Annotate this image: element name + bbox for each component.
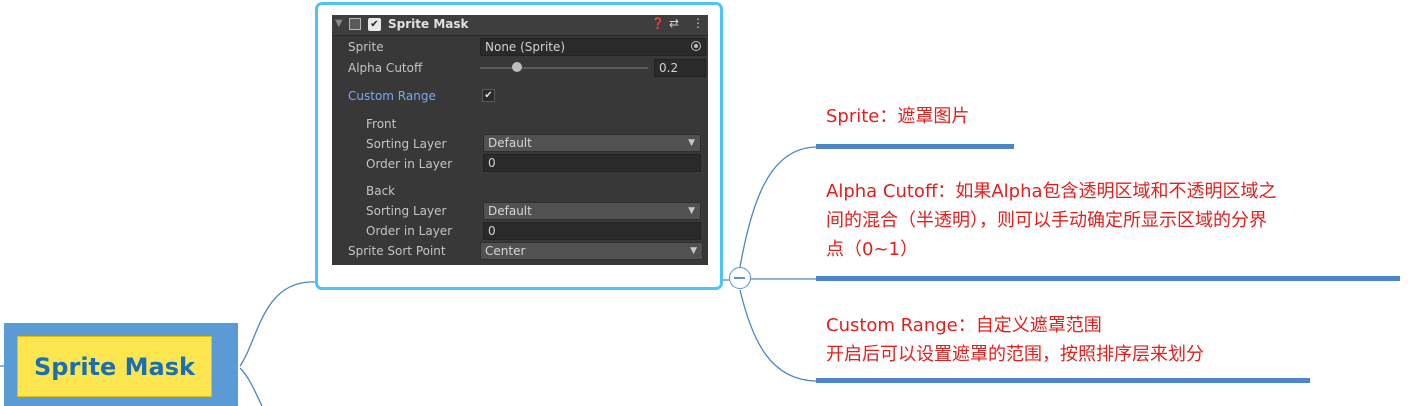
front-sorting-layer-label: Sorting Layer bbox=[366, 137, 447, 151]
preset-icon[interactable]: ⇄ bbox=[669, 16, 679, 30]
back-heading: Back bbox=[366, 184, 396, 198]
help-icon[interactable]: ❓ bbox=[651, 17, 665, 30]
menu-icon[interactable]: ⋮ bbox=[692, 16, 704, 30]
connector-to-note-custom bbox=[739, 289, 817, 382]
front-heading: Front bbox=[366, 117, 397, 131]
sprite-value: None (Sprite) bbox=[485, 40, 566, 54]
note-custom-range[interactable]: Custom Range：自定义遮罩范围 开启后可以设置遮罩的范围，按照排序层来… bbox=[826, 311, 1204, 369]
front-order-in-layer-label: Order in Layer bbox=[366, 157, 453, 171]
back-order-in-layer-label: Order in Layer bbox=[366, 224, 453, 238]
component-header[interactable]: ▼ ✔ Sprite Mask ❓ ⇄ ⋮ bbox=[332, 15, 708, 36]
alpha-cutoff-slider-track[interactable] bbox=[480, 67, 648, 69]
alpha-cutoff-value: 0.2 bbox=[659, 61, 679, 75]
connector-to-note-sprite bbox=[739, 146, 817, 268]
front-sorting-layer-dropdown[interactable]: Default ▼ bbox=[483, 134, 701, 152]
alpha-cutoff-input[interactable]: 0.2 bbox=[654, 59, 706, 77]
note-line: Custom Range：自定义遮罩范围 bbox=[826, 315, 1102, 336]
sprite-mask-inspector: ▼ ✔ Sprite Mask ❓ ⇄ ⋮ Sprite None (Sprit… bbox=[332, 15, 708, 265]
back-sorting-layer-value: Default bbox=[488, 204, 532, 218]
front-sorting-layer-value: Default bbox=[488, 136, 532, 150]
dropdown-arrow-icon: ▼ bbox=[690, 246, 697, 256]
dropdown-arrow-icon: ▼ bbox=[688, 138, 695, 148]
back-order-in-layer-input[interactable]: 0 bbox=[483, 222, 701, 240]
note-alpha-cutoff-underline bbox=[816, 276, 1400, 281]
sprite-mask-component-icon bbox=[349, 18, 361, 30]
connector-root-to-inspector bbox=[239, 281, 316, 367]
root-topic-label: Sprite Mask bbox=[34, 352, 195, 381]
note-alpha-cutoff[interactable]: Alpha Cutoff：如果Alpha包含透明区域和不透明区域之 间的混合（半… bbox=[826, 177, 1277, 264]
note-line: Alpha Cutoff：如果Alpha包含透明区域和不透明区域之 bbox=[826, 181, 1277, 202]
sprite-label: Sprite bbox=[348, 40, 384, 54]
back-sorting-layer-dropdown[interactable]: Default ▼ bbox=[483, 202, 701, 220]
alpha-cutoff-label: Alpha Cutoff bbox=[348, 61, 423, 75]
custom-range-label: Custom Range bbox=[348, 89, 436, 103]
custom-range-checkbox[interactable]: ✔ bbox=[482, 89, 495, 102]
note-line: Sprite：遮罩图片 bbox=[826, 106, 970, 127]
sprite-sort-point-dropdown[interactable]: Center ▼ bbox=[480, 242, 703, 260]
component-enable-checkbox[interactable]: ✔ bbox=[368, 18, 381, 31]
note-sprite[interactable]: Sprite：遮罩图片 bbox=[826, 102, 969, 131]
note-sprite-underline bbox=[816, 144, 1014, 149]
note-custom-range-underline bbox=[816, 378, 1310, 383]
dropdown-arrow-icon: ▼ bbox=[688, 206, 695, 216]
front-order-value: 0 bbox=[488, 156, 496, 170]
sprite-object-field[interactable]: None (Sprite) bbox=[480, 38, 706, 56]
sprite-sort-point-label: Sprite Sort Point bbox=[348, 244, 446, 258]
note-line: 间的混合（半透明），则可以手动确定所显示区域的分界 bbox=[826, 210, 1267, 231]
root-topic-node[interactable]: Sprite Mask bbox=[4, 323, 238, 406]
front-order-in-layer-input[interactable]: 0 bbox=[483, 154, 701, 172]
sprite-sort-point-value: Center bbox=[485, 244, 526, 258]
component-title: Sprite Mask bbox=[388, 17, 469, 31]
collapse-branch-button[interactable] bbox=[729, 267, 751, 289]
foldout-arrow-icon[interactable]: ▼ bbox=[335, 18, 343, 29]
note-line: 开启后可以设置遮罩的范围，按照排序层来划分 bbox=[826, 344, 1204, 365]
note-line: 点（0~1） bbox=[826, 239, 918, 260]
root-topic-box: Sprite Mask bbox=[17, 336, 212, 397]
back-sorting-layer-label: Sorting Layer bbox=[366, 204, 447, 218]
back-order-value: 0 bbox=[488, 224, 496, 238]
connector-root-to-offscreen bbox=[239, 367, 263, 406]
alpha-cutoff-slider-thumb[interactable] bbox=[512, 62, 522, 72]
object-picker-icon[interactable] bbox=[691, 41, 701, 51]
